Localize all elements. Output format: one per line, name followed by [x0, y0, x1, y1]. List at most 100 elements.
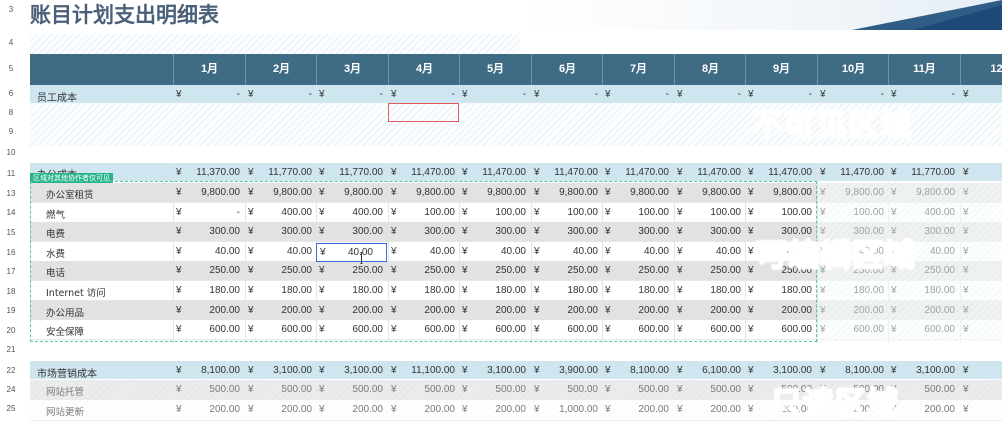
currency-symbol: ¥: [391, 89, 397, 100]
row-number: 5: [8, 64, 14, 73]
value-cell[interactable]: -: [255, 89, 312, 100]
currency-symbol: ¥: [820, 167, 826, 178]
value-cell[interactable]: 11,770.00: [326, 167, 383, 178]
value-cell[interactable]: -: [541, 89, 598, 100]
value-cell[interactable]: -: [898, 89, 955, 100]
value-cell[interactable]: 11,470.00: [612, 167, 669, 178]
value-cell[interactable]: 3,100.00: [326, 365, 383, 376]
currency-symbol: ¥: [248, 167, 254, 178]
value-cell[interactable]: 11,100.00: [398, 365, 455, 376]
row-number: 3: [8, 5, 14, 14]
value-cell[interactable]: 6,100.00: [684, 365, 741, 376]
readonly-region-label: 只读区域: [770, 385, 899, 423]
currency-symbol: ¥: [748, 365, 754, 376]
row-number: 4: [8, 38, 14, 47]
month-header-8[interactable]: 8月: [674, 54, 746, 85]
month-header-4[interactable]: 4月: [388, 54, 460, 85]
currency-symbol: ¥: [391, 167, 397, 178]
value-cell[interactable]: 11,370.00: [183, 167, 240, 178]
month-header-1[interactable]: 1月: [173, 54, 245, 85]
currency-symbol: ¥: [605, 167, 611, 178]
month-header-12[interactable]: 12: [960, 54, 1002, 85]
currency-symbol: ¥: [677, 365, 683, 376]
value-cell[interactable]: 3,100.00: [469, 365, 526, 376]
currency-symbol: ¥: [391, 365, 397, 376]
row-number: 8: [8, 108, 14, 117]
row-number: 15: [6, 228, 16, 237]
currency-symbol: ¥: [248, 89, 254, 100]
row-number: 19: [6, 306, 16, 315]
month-header-3[interactable]: 3月: [316, 54, 388, 85]
currency-symbol: ¥: [605, 365, 611, 376]
currency-symbol: ¥: [319, 89, 325, 100]
header-banner: [520, 0, 1002, 30]
value-cell[interactable]: -: [684, 89, 741, 100]
currency-symbol: ¥: [605, 89, 611, 100]
currency-symbol: ¥: [891, 89, 897, 100]
value-cell[interactable]: 11,77: [970, 167, 1002, 178]
currency-symbol: ¥: [963, 365, 969, 376]
value-cell[interactable]: 11,470.00: [398, 167, 455, 178]
value-cell[interactable]: 11,470.00: [469, 167, 526, 178]
month-header-10[interactable]: 10月: [817, 54, 889, 85]
currency-symbol: ¥: [462, 167, 468, 178]
currency-symbol: ¥: [534, 89, 540, 100]
value-cell[interactable]: 11,470.00: [684, 167, 741, 178]
currency-symbol: ¥: [248, 365, 254, 376]
currency-symbol: ¥: [891, 365, 897, 376]
hatch-top: [30, 34, 520, 54]
row-number: 24: [6, 385, 16, 394]
currency-symbol: ¥: [748, 167, 754, 178]
page-title: 账目计划支出明细表: [30, 3, 219, 27]
active-cell-editor[interactable]: ¥ 40.00: [316, 243, 387, 262]
row-number: 10: [6, 148, 16, 157]
currency-symbol: ¥: [820, 365, 826, 376]
row-number: 18: [6, 287, 16, 296]
value-cell[interactable]: 8,100.00: [183, 365, 240, 376]
value-cell[interactable]: 11,770.00: [898, 167, 955, 178]
currency-symbol: ¥: [176, 167, 182, 178]
text-cursor-icon: [360, 252, 363, 264]
row-number: 13: [6, 189, 16, 198]
value-cell[interactable]: 3,900.00: [541, 365, 598, 376]
row-number: 6: [8, 89, 14, 98]
currency-symbol: ¥: [176, 365, 182, 376]
month-header-5[interactable]: 5月: [459, 54, 531, 85]
value-cell[interactable]: 11,470.00: [755, 167, 812, 178]
row-number: 16: [6, 248, 16, 257]
month-header-9[interactable]: 9月: [745, 54, 817, 85]
value-cell[interactable]: -: [612, 89, 669, 100]
value-cell[interactable]: 3,100.00: [255, 365, 312, 376]
value-cell[interactable]: 3,100.00: [755, 365, 812, 376]
currency-symbol: ¥: [462, 365, 468, 376]
value-cell[interactable]: 8,100.00: [612, 365, 669, 376]
invisible-region-label: 不可见区域: [751, 107, 912, 145]
month-header-6[interactable]: 6月: [531, 54, 603, 85]
month-header-7[interactable]: 7月: [602, 54, 674, 85]
currency-symbol: ¥: [963, 167, 969, 178]
value-cell[interactable]: 11,770.00: [255, 167, 312, 178]
editable-region-label: 可编辑区域: [755, 237, 916, 275]
value-cell[interactable]: -: [827, 89, 884, 100]
value-cell[interactable]: -: [183, 89, 240, 100]
value-cell[interactable]: 11,470.00: [827, 167, 884, 178]
active-cell-currency: ¥: [320, 247, 326, 258]
value-cell[interactable]: -: [326, 89, 383, 100]
selection-highlight[interactable]: [388, 103, 459, 122]
value-cell[interactable]: -: [755, 89, 812, 100]
value-cell[interactable]: 3,100.00: [898, 365, 955, 376]
month-header-11[interactable]: 11月: [888, 54, 960, 85]
value-cell[interactable]: -: [398, 89, 455, 100]
currency-symbol: ¥: [176, 89, 182, 100]
currency-symbol: ¥: [319, 365, 325, 376]
value-cell[interactable]: 11,470.00: [541, 167, 598, 178]
row-number: 22: [6, 366, 16, 375]
currency-symbol: ¥: [963, 89, 969, 100]
value-cell[interactable]: 8,100.00: [827, 365, 884, 376]
value-cell[interactable]: -: [469, 89, 526, 100]
row-number: 17: [6, 267, 16, 276]
marketing-cost-label: 市场营销成本: [37, 369, 97, 380]
value-cell[interactable]: 6,9: [970, 365, 1002, 376]
currency-symbol: ¥: [319, 167, 325, 178]
month-header-2[interactable]: 2月: [245, 54, 317, 85]
